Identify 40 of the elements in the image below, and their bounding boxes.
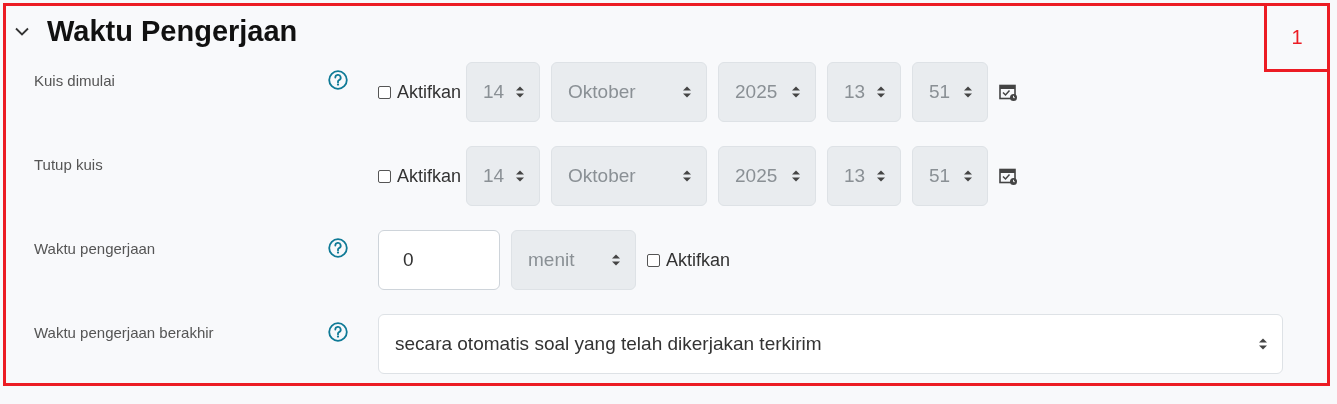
field-label: Waktu pengerjaan [34,239,157,257]
dropdown[interactable]: 51 [912,62,989,122]
dropdown[interactable]: 14 [466,62,541,122]
sort-arrows-icon [1258,337,1268,351]
sort-arrows-icon [515,169,526,183]
dropdown[interactable]: menit [511,230,636,290]
calendar-icon[interactable] [999,82,1019,102]
field-label: Tutup kuis [34,155,104,173]
sort-arrows-icon [963,169,974,183]
sort-arrows-icon [963,85,974,99]
section-title: Waktu Pengerjaan [47,15,298,48]
sort-arrows-icon [876,169,887,183]
sort-arrows-icon [682,169,693,183]
dropdown[interactable]: 13 [827,62,902,122]
enable-checkbox[interactable]: Aktifkan [378,165,462,187]
dropdown[interactable]: 2025 [718,146,817,206]
dropdown[interactable]: 51 [912,146,989,206]
help-icon[interactable] [328,238,348,258]
chevron-down-icon[interactable] [15,27,29,36]
sort-arrows-icon [791,85,802,99]
sort-arrows-icon [876,85,887,99]
sort-arrows-icon [791,169,802,183]
field-label: Waktu pengerjaan berakhir [34,323,215,341]
dropdown[interactable]: 14 [466,146,541,206]
help-icon[interactable] [328,70,348,90]
help-icon[interactable] [328,322,348,342]
sort-arrows-icon [682,85,693,99]
enable-checkbox[interactable]: Aktifkan [378,81,462,103]
dropdown[interactable]: secara otomatis soal yang telah dikerjakan terkirim [378,314,1283,374]
duration-input[interactable]: 0 [378,230,500,290]
sort-arrows-icon [611,253,621,267]
sort-arrows-icon [515,85,526,99]
calendar-icon[interactable] [999,166,1019,186]
dropdown[interactable]: Oktober [551,62,708,122]
enable-checkbox[interactable]: Aktifkan [647,249,731,271]
dropdown[interactable]: 13 [827,146,902,206]
field-label: Kuis dimulai [34,71,116,89]
dropdown[interactable]: 2025 [718,62,817,122]
dropdown[interactable]: Oktober [551,146,708,206]
annotation-number: 1 [1264,3,1330,72]
